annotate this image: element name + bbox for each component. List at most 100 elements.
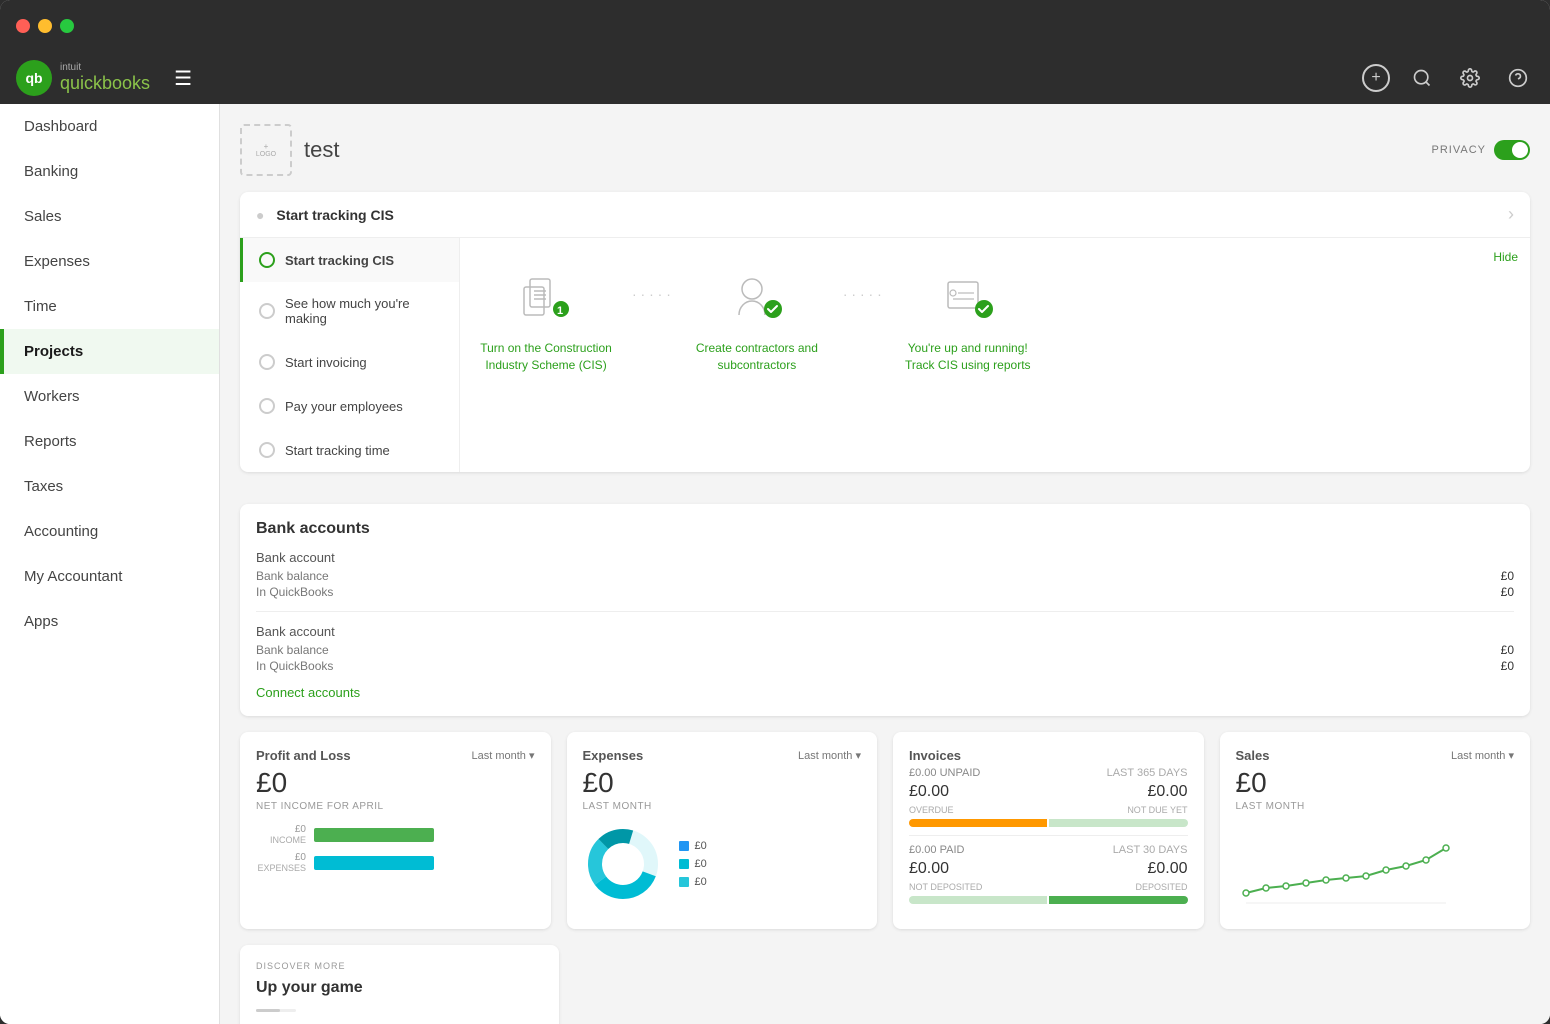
discover-label: DISCOVER MORE xyxy=(256,961,543,971)
step-circle xyxy=(259,354,275,370)
discover-graphic xyxy=(473,1009,543,1024)
profit-loss-widget: Profit and Loss Last month ▾ £0 NET INCO… xyxy=(240,732,551,929)
cis-step-2[interactable]: Start invoicing xyxy=(240,340,459,384)
sidebar-item-my-accountant[interactable]: My Accountant xyxy=(0,554,219,599)
sales-widget: Sales Last month ▾ £0 LAST MONTH xyxy=(1220,732,1531,929)
sidebar: Dashboard Banking Sales Expenses Time Pr… xyxy=(0,104,220,1024)
exp-value: £0 xyxy=(583,767,862,799)
main-empty-area xyxy=(575,945,1531,1024)
maximize-button[interactable] xyxy=(60,19,74,33)
pl-title: Profit and Loss xyxy=(256,748,351,763)
sidebar-item-taxes[interactable]: Taxes xyxy=(0,464,219,509)
settings-button[interactable] xyxy=(1454,62,1486,94)
sales-value: £0 xyxy=(1236,767,1515,799)
sidebar-item-apps[interactable]: Apps xyxy=(0,599,219,644)
close-button[interactable] xyxy=(16,19,30,33)
discover-widget: DISCOVER MORE Up your game xyxy=(240,945,559,1024)
bank-accounts-widget: Bank accounts Bank account Bank balance … xyxy=(240,504,1530,716)
bank-account-0: Bank account Bank balance £0 In QuickBoo… xyxy=(256,550,1514,599)
sidebar-item-sales[interactable]: Sales xyxy=(0,194,219,239)
expenses-widget: Expenses Last month ▾ £0 LAST MONTH xyxy=(567,732,878,929)
cis-flow-label-2: You're up and running! Track CIS using r… xyxy=(898,340,1038,374)
cis-step-3[interactable]: Pay your employees xyxy=(240,384,459,428)
sidebar-item-accounting[interactable]: Accounting xyxy=(0,509,219,554)
sidebar-item-banking[interactable]: Banking xyxy=(0,149,219,194)
flow-connector-2: · · · · · xyxy=(843,286,882,302)
bottom-row: DISCOVER MORE Up your game xyxy=(240,945,1530,1024)
sales-header: Sales Last month ▾ xyxy=(1236,748,1515,763)
cis-step-0[interactable]: Start tracking CIS xyxy=(240,238,459,282)
bank-row-balance-1: Bank balance £0 xyxy=(256,643,1514,657)
notdue-label: NOT DUE YET xyxy=(1127,805,1187,815)
main-content: + LOGO test PRIVACY xyxy=(220,104,1550,1024)
inv-header: Invoices xyxy=(909,748,1188,763)
sales-period[interactable]: Last month ▾ xyxy=(1451,749,1514,762)
logo-area: qb intuit quickbooks xyxy=(16,60,150,96)
cis-flow: 1 Turn on the Construction Industry Sche… xyxy=(476,262,1514,374)
help-button[interactable] xyxy=(1502,62,1534,94)
legend-item-2: £0 xyxy=(679,876,707,888)
cis-step-1[interactable]: See how much you're making xyxy=(240,282,459,340)
pl-header: Profit and Loss Last month ▾ xyxy=(256,748,535,763)
svg-text:1: 1 xyxy=(557,305,563,317)
exp-period[interactable]: Last month ▾ xyxy=(798,749,861,762)
bank-row-qb-1: In QuickBooks £0 xyxy=(256,659,1514,673)
inv-title: Invoices xyxy=(909,748,961,763)
deposited-label: DEPOSITED xyxy=(1135,882,1187,892)
window-controls xyxy=(16,19,74,33)
app-name: intuit quickbooks xyxy=(60,63,150,94)
bank-account-1: Bank account Bank balance £0 In QuickBoo… xyxy=(256,624,1514,673)
overdue-label: OVERDUE xyxy=(909,805,954,815)
notdeposited-bar xyxy=(909,896,1047,904)
connect-accounts-link[interactable]: Connect accounts xyxy=(256,685,1514,700)
cis-icon-0: 1 xyxy=(511,262,581,332)
hide-button[interactable]: Hide xyxy=(1493,250,1518,264)
sales-sub: LAST MONTH xyxy=(1236,801,1515,812)
overdue-amount: £0.00 xyxy=(909,783,949,801)
sidebar-item-dashboard[interactable]: Dashboard xyxy=(0,104,219,149)
expense-bar xyxy=(314,856,434,870)
company-left: + LOGO test xyxy=(240,124,339,176)
search-button[interactable] xyxy=(1406,62,1438,94)
pl-income-label: £0 INCOME xyxy=(256,824,306,846)
legend-dot-1 xyxy=(679,859,689,869)
cis-steps-list: Start tracking CIS See how much you're m… xyxy=(240,238,460,472)
pl-period[interactable]: Last month ▾ xyxy=(472,749,535,762)
hamburger-menu[interactable]: ☰ xyxy=(166,62,200,95)
exp-header: Expenses Last month ▾ xyxy=(583,748,862,763)
minimize-button[interactable] xyxy=(38,19,52,33)
add-button[interactable]: + xyxy=(1362,64,1390,92)
cis-widget-title: ● Start tracking CIS xyxy=(256,207,394,223)
bank-account-name-0: Bank account xyxy=(256,550,1514,565)
progress-bar xyxy=(256,1009,296,1012)
paid-period: LAST 30 DAYS xyxy=(1113,844,1188,856)
paid-label: £0.00 PAID xyxy=(909,844,964,856)
cis-flow-label-1: Create contractors and subcontractors xyxy=(687,340,827,374)
notdeposited-label: NOT DEPOSITED xyxy=(909,882,982,892)
quickbooks-logo: qb xyxy=(16,60,52,96)
sidebar-item-expenses[interactable]: Expenses xyxy=(0,239,219,284)
titlebar xyxy=(0,0,1550,52)
sidebar-item-reports[interactable]: Reports xyxy=(0,419,219,464)
legend-dot-2 xyxy=(679,877,689,887)
bank-account-name-1: Bank account xyxy=(256,624,1514,639)
cis-step-4[interactable]: Start tracking time xyxy=(240,428,459,472)
invoices-unpaid-section: £0.00 UNPAID LAST 365 DAYS £0.00 £0.00 O… xyxy=(909,767,1188,827)
deposited-bar xyxy=(1049,896,1187,904)
company-logo[interactable]: + LOGO xyxy=(240,124,292,176)
sidebar-item-workers[interactable]: Workers xyxy=(0,374,219,419)
privacy-toggle: PRIVACY xyxy=(1432,140,1530,160)
header-actions: + xyxy=(1362,62,1534,94)
bank-row-balance-0: Bank balance £0 xyxy=(256,569,1514,583)
cis-flow-label-0: Turn on the Construction Industry Scheme… xyxy=(476,340,616,374)
step-circle xyxy=(259,398,275,414)
invoices-widget: Invoices £0.00 UNPAID LAST 365 DAYS £0.0… xyxy=(893,732,1204,929)
pl-bars: £0 INCOME £0 EXPENSES xyxy=(256,824,535,874)
notdue-amount: £0.00 xyxy=(1147,783,1187,801)
sidebar-item-time[interactable]: Time xyxy=(0,284,219,329)
privacy-toggle-switch[interactable] xyxy=(1494,140,1530,160)
sidebar-item-projects[interactable]: Projects xyxy=(0,329,219,374)
pl-expense-label: £0 EXPENSES xyxy=(256,852,306,874)
sales-sparkline xyxy=(1236,828,1515,913)
exp-sub: LAST MONTH xyxy=(583,801,862,812)
